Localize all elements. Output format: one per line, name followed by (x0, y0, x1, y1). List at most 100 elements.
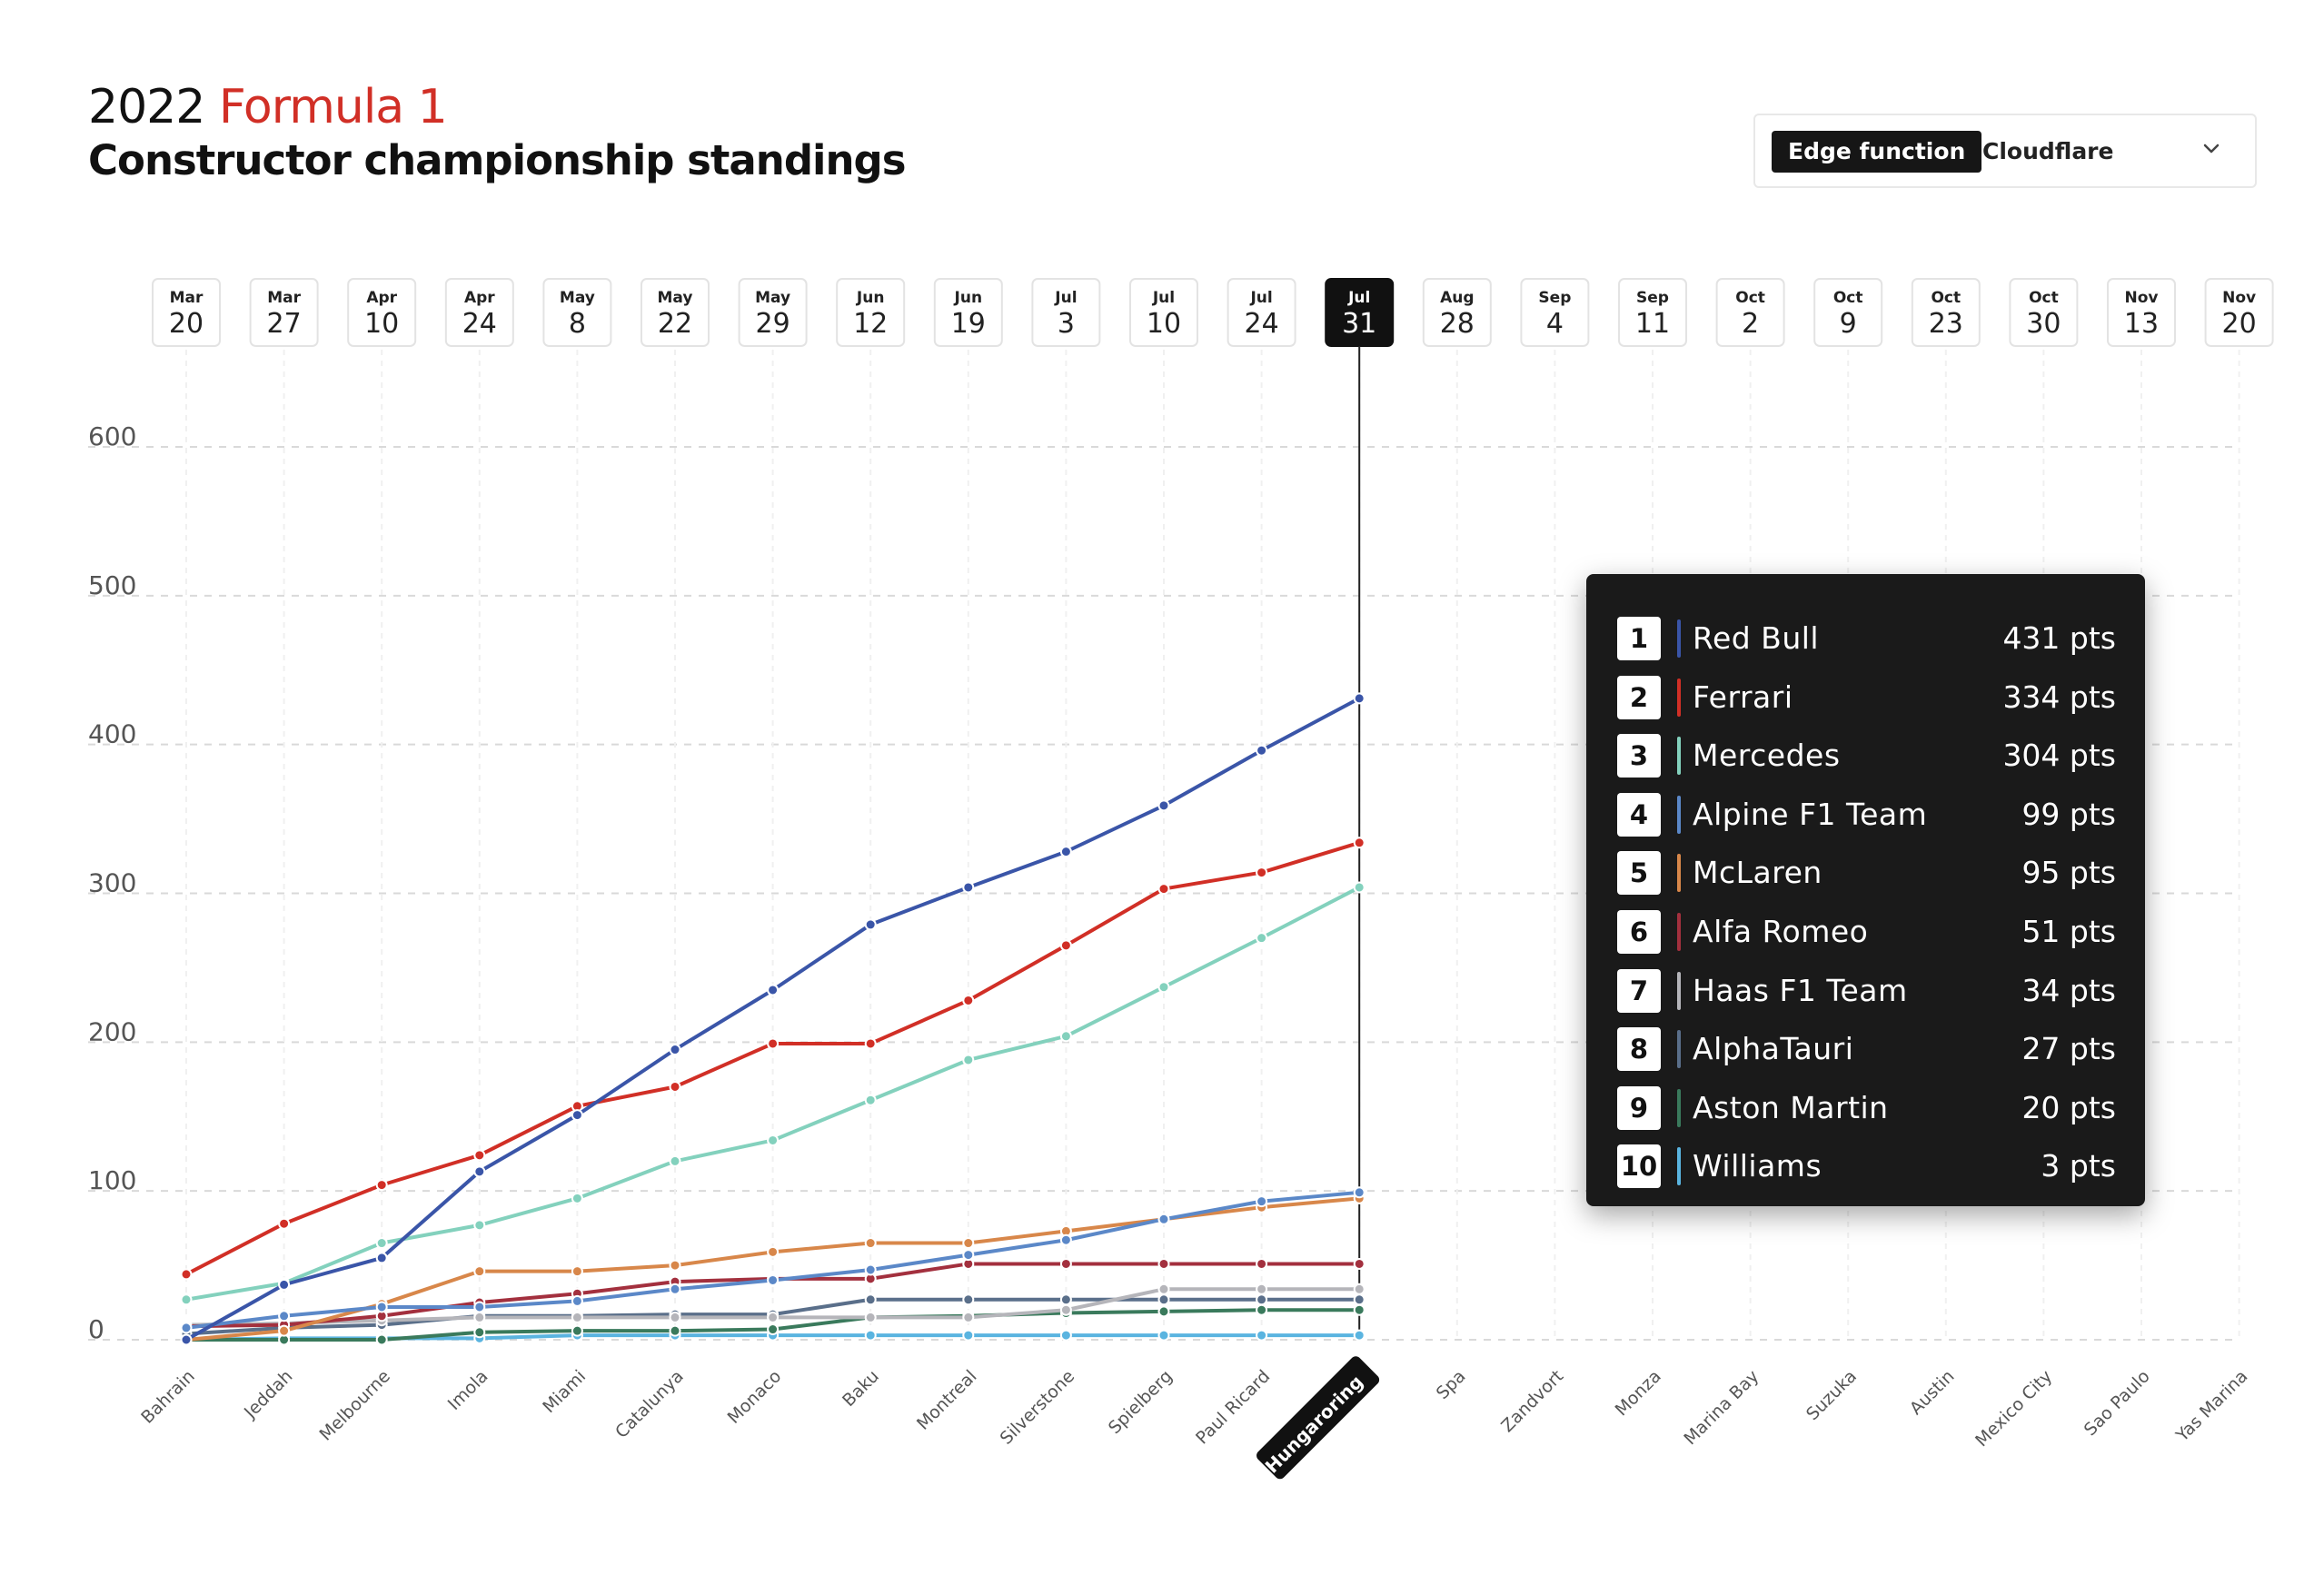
y-axis-ticks: 0 100 200 300 400 500 600 (88, 421, 136, 1344)
date-chip[interactable]: Nov20 (2204, 278, 2274, 347)
date-chip[interactable]: Jul10 (1129, 278, 1198, 347)
data-point (962, 994, 975, 1006)
date-chip-month: Oct (1931, 289, 1961, 307)
data-point (669, 1311, 681, 1323)
date-chip[interactable]: Mar20 (152, 278, 221, 347)
team-color-bar (1677, 1088, 1681, 1127)
date-chip[interactable]: Jul24 (1227, 278, 1296, 347)
data-point (864, 1311, 877, 1323)
data-point (1157, 1329, 1170, 1342)
data-point (1256, 932, 1268, 945)
data-point (1157, 1257, 1170, 1270)
data-point (473, 1311, 486, 1323)
date-chip[interactable]: Oct9 (1813, 278, 1883, 347)
date-chip-month: May (658, 289, 693, 307)
x-label-group: Catalunya (611, 1366, 688, 1442)
data-point (1256, 1283, 1268, 1295)
data-point (473, 1165, 486, 1178)
data-point (1059, 1329, 1072, 1342)
x-label-group: Paul Ricard (1192, 1366, 1274, 1448)
data-point (278, 1217, 291, 1230)
date-chip-month: Nov (2125, 289, 2159, 307)
team-color-bar (1677, 795, 1681, 834)
data-point (864, 1263, 877, 1276)
date-chip-day: 4 (1546, 308, 1564, 340)
date-chip-month: Sep (1538, 289, 1571, 307)
x-label-group: Spielberg (1105, 1366, 1177, 1438)
data-point (1256, 1293, 1268, 1306)
standing-points: 20 pts (2021, 1089, 2116, 1125)
date-chip[interactable]: Mar27 (249, 278, 319, 347)
date-chip-day: 10 (1147, 308, 1181, 340)
data-point (669, 1154, 681, 1167)
date-chip-day: 3 (1058, 308, 1075, 340)
standing-row: 2 Ferrari 334 pts (1586, 666, 2145, 724)
x-axis-label: Austin (1906, 1366, 1959, 1419)
date-chip-day: 9 (1840, 308, 1857, 340)
date-chip[interactable]: Jun12 (836, 278, 906, 347)
date-chip[interactable]: May8 (542, 278, 612, 347)
data-point (962, 1054, 975, 1066)
data-point (1256, 744, 1268, 757)
date-chip-day: 19 (951, 308, 986, 340)
date-chip[interactable]: Oct2 (1715, 278, 1785, 347)
date-chip[interactable]: May22 (641, 278, 710, 347)
data-point (962, 1249, 975, 1262)
date-chip[interactable]: Jul31 (1325, 278, 1395, 347)
x-axis-label: Monaco (724, 1366, 786, 1428)
date-chip[interactable]: Sep4 (1520, 278, 1590, 347)
standing-row: 7 Haas F1 Team 34 pts (1586, 959, 2145, 1017)
data-point (375, 1301, 388, 1313)
date-chip[interactable]: Aug28 (1422, 278, 1492, 347)
standing-row: 5 McLaren 95 pts (1586, 841, 2145, 899)
date-chip[interactable]: Sep11 (1618, 278, 1687, 347)
date-chip-month: Oct (1833, 289, 1863, 307)
date-chip-day: 12 (853, 308, 888, 340)
data-point (473, 1149, 486, 1162)
data-point (1059, 1303, 1072, 1316)
standing-rank: 8 (1617, 1027, 1661, 1072)
standing-rank: 4 (1617, 792, 1661, 837)
standing-rank: 5 (1617, 851, 1661, 896)
data-point (1353, 1257, 1366, 1270)
x-axis-label: Silverstone (997, 1366, 1079, 1449)
x-axis-label: Suzuka (1803, 1366, 1861, 1424)
standing-rank: 2 (1617, 675, 1661, 719)
data-point (767, 1273, 780, 1286)
date-chip[interactable]: Oct30 (2009, 278, 2079, 347)
data-point (1157, 1213, 1170, 1225)
standing-points: 431 pts (2002, 620, 2116, 656)
date-chip[interactable]: Jun19 (933, 278, 1003, 347)
x-axis-label: Zandvort (1497, 1366, 1567, 1436)
data-point (571, 1109, 583, 1122)
data-point (669, 1324, 681, 1337)
date-chip-day: 28 (1440, 308, 1475, 340)
data-point (962, 1293, 975, 1306)
x-label-group: Hungaroring (1256, 1356, 1380, 1480)
date-chip-month: Jul (1054, 289, 1077, 307)
date-chip-day: 13 (2124, 308, 2159, 340)
data-point (767, 1311, 780, 1323)
date-chip[interactable]: Jul3 (1031, 278, 1101, 347)
data-point (1353, 1303, 1366, 1316)
data-point (180, 1333, 193, 1346)
x-label-group: Suzuka (1803, 1366, 1861, 1424)
data-point (1059, 1030, 1072, 1043)
x-axis-label: Catalunya (611, 1366, 688, 1442)
data-point (669, 1259, 681, 1272)
team-color-bar (1677, 619, 1681, 658)
date-chip-month: Jul (1152, 289, 1175, 307)
y-tick-label: 600 (88, 421, 136, 451)
date-chip[interactable]: Apr10 (347, 278, 417, 347)
data-point (767, 984, 780, 996)
date-chip[interactable]: Apr24 (444, 278, 514, 347)
x-label-group: Zandvort (1497, 1366, 1567, 1436)
date-chip[interactable]: Oct23 (1911, 278, 1981, 347)
standing-points: 51 pts (2021, 914, 2116, 949)
x-axis-label: Melbourne (315, 1366, 393, 1444)
date-chip[interactable]: May29 (738, 278, 808, 347)
date-chip[interactable]: Nov13 (2107, 278, 2176, 347)
x-label-group: Monaco (724, 1366, 786, 1428)
date-chip-month: Mar (267, 289, 301, 307)
x-axis-label: Jeddah (240, 1366, 296, 1422)
